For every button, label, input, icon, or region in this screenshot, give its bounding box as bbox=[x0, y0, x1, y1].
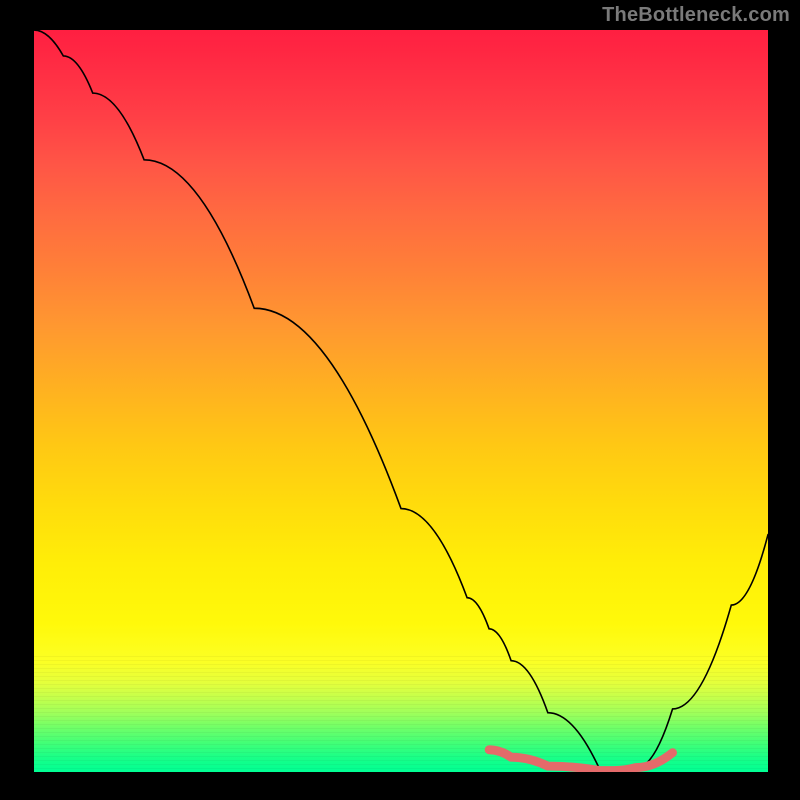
chart-container: TheBottleneck.com bbox=[0, 0, 800, 800]
plot-area bbox=[34, 30, 768, 772]
watermark-text: TheBottleneck.com bbox=[602, 4, 790, 27]
gradient-background bbox=[34, 30, 768, 772]
